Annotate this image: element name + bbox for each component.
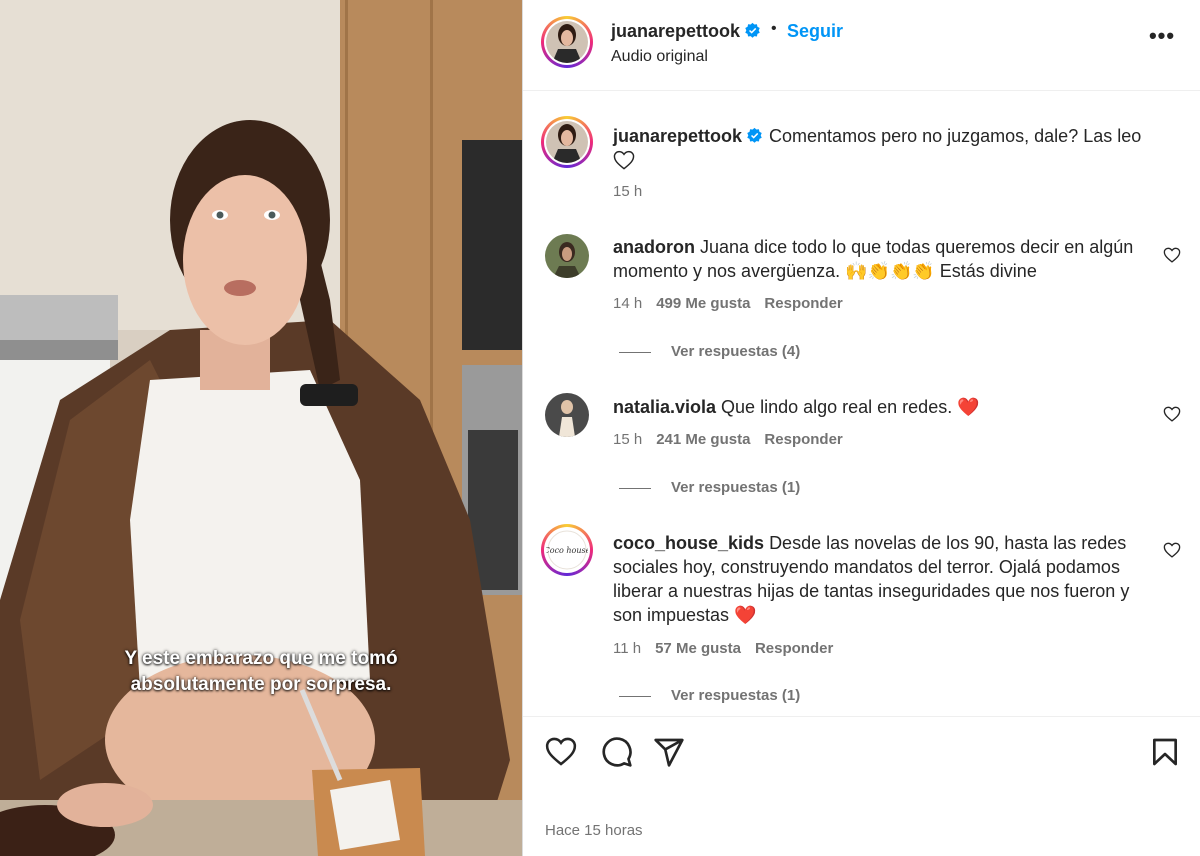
post-sidebar: juanarepettook • Seguir Audio original •…	[523, 0, 1200, 856]
verified-badge-icon	[745, 22, 760, 38]
view-replies-button[interactable]: Ver respuestas (1)	[619, 479, 800, 496]
view-replies-label[interactable]: Ver respuestas (1)	[671, 687, 800, 704]
bookmark-icon[interactable]	[1149, 736, 1181, 768]
reply-button[interactable]: Responder	[764, 431, 842, 448]
view-replies-line	[619, 487, 651, 489]
like-comment-heart-icon[interactable]	[1163, 406, 1181, 422]
coco-house-logo: Coco house	[546, 529, 588, 571]
like-comment-heart-icon[interactable]	[1163, 247, 1181, 263]
caption-text: Comentamos pero no juzgamos, dale? Las l…	[769, 126, 1142, 146]
commenter-username[interactable]: natalia.viola	[613, 397, 716, 417]
comment-body: natalia.viola Que lindo algo real en rede…	[613, 395, 1158, 419]
comment-meta: 14 h 499 Me gusta Responder	[613, 295, 857, 312]
author-username[interactable]: juanarepettook	[611, 21, 761, 42]
commenter-avatar[interactable]	[545, 234, 589, 278]
video-frame-illustration	[0, 0, 522, 856]
view-replies-label[interactable]: Ver respuestas (1)	[671, 479, 800, 496]
view-replies-line	[619, 695, 651, 697]
commenter-username[interactable]: coco_house_kids	[613, 533, 764, 553]
post-timestamp[interactable]: Hace 15 horas	[545, 822, 643, 839]
audio-link[interactable]: Audio original	[611, 48, 708, 66]
caption-username[interactable]: juanarepettook	[613, 126, 742, 146]
post-caption: juanarepettook Comentamos pero no juzgamo…	[613, 124, 1173, 148]
follow-button[interactable]: Seguir	[787, 21, 843, 42]
caption-line-2: absolutamente por sorpresa.	[130, 674, 392, 695]
like-comment-heart-icon[interactable]	[1163, 542, 1181, 558]
share-icon[interactable]	[653, 736, 685, 768]
comment-body: anadoron Juana dice todo lo que todas que…	[613, 235, 1158, 283]
comment-meta: 11 h 57 Me gusta Responder	[613, 640, 847, 657]
commenter-photo	[545, 393, 589, 437]
caption-heart-icon	[613, 150, 635, 170]
caption-author-avatar[interactable]	[541, 116, 593, 168]
comment-time: 11 h	[613, 640, 642, 657]
comment-likes[interactable]: 57 Me gusta	[655, 640, 741, 657]
comment-text: Que lindo algo real en redes. ❤️	[721, 397, 980, 417]
comment-body: coco_house_kids Desde las novelas de los …	[613, 531, 1158, 627]
more-options-icon[interactable]: •••	[1147, 25, 1177, 54]
view-replies-line	[619, 351, 651, 353]
view-replies-button[interactable]: Ver respuestas (4)	[619, 343, 800, 360]
comment-icon[interactable]	[601, 736, 633, 768]
comment-likes[interactable]: 241 Me gusta	[656, 431, 750, 448]
caption-timestamp: 15 h	[613, 183, 643, 200]
comment-likes[interactable]: 499 Me gusta	[656, 295, 750, 312]
comment-meta: 15 h 241 Me gusta Responder	[613, 431, 857, 448]
view-replies-button[interactable]: Ver respuestas (1)	[619, 687, 800, 704]
svg-text:Coco house: Coco house	[546, 546, 588, 555]
comment-time: 14 h	[613, 295, 643, 312]
heart-icon[interactable]	[545, 736, 577, 768]
comment-time: 15 h	[613, 431, 643, 448]
video-caption: Y este embarazo que me tomó absolutament…	[0, 646, 522, 698]
caption-author-photo	[546, 121, 588, 163]
reply-button[interactable]: Responder	[755, 640, 833, 657]
actions-divider	[523, 716, 1200, 717]
caption-line-1: Y este embarazo que me tomó	[124, 648, 398, 669]
author-photo	[546, 21, 588, 63]
commenter-avatar[interactable]	[545, 393, 589, 437]
author-avatar[interactable]	[541, 16, 593, 68]
view-replies-label[interactable]: Ver respuestas (4)	[671, 343, 800, 360]
commenter-photo	[545, 234, 589, 278]
author-username-text[interactable]: juanarepettook	[611, 21, 740, 41]
header-separator: •	[771, 20, 777, 37]
header-divider	[523, 90, 1200, 91]
commenter-avatar[interactable]: Coco house	[541, 524, 593, 576]
commenter-username[interactable]: anadoron	[613, 237, 695, 257]
verified-badge-icon	[747, 127, 762, 143]
reel-video[interactable]: Y este embarazo que me tomó absolutament…	[0, 0, 522, 856]
post-actions-bar	[523, 736, 1200, 772]
reply-button[interactable]: Responder	[764, 295, 842, 312]
